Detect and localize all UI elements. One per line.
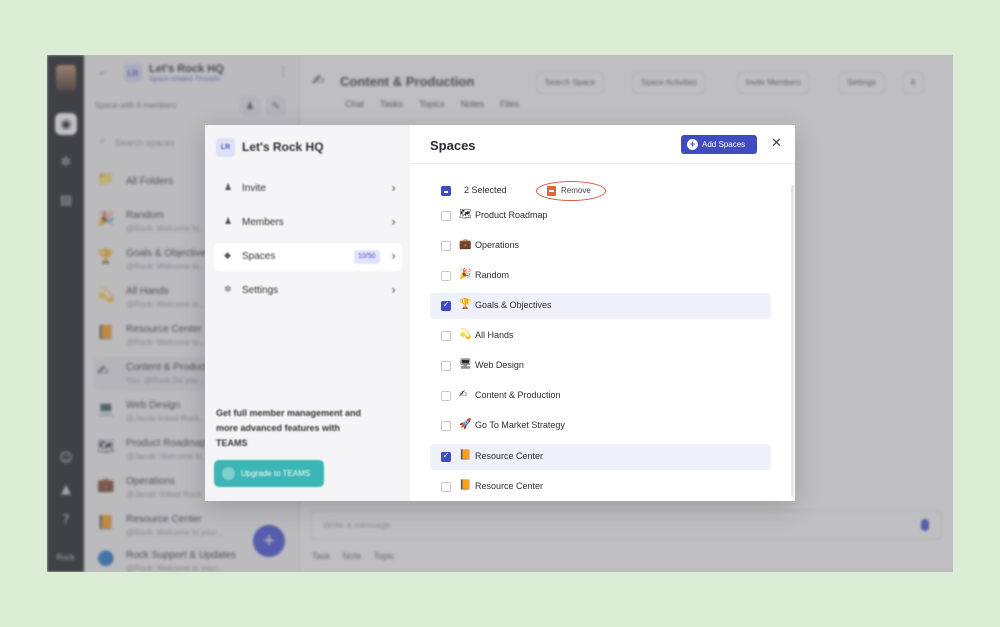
- chevron-right-icon: ›: [391, 249, 396, 263]
- person-add-icon: ♟: [224, 183, 233, 193]
- space-row[interactable]: 💼 Operations: [430, 233, 771, 259]
- scrollbar[interactable]: [791, 185, 794, 497]
- nav-item-members[interactable]: ♟ Members ›: [214, 209, 402, 237]
- plus-circle-icon: +: [687, 139, 698, 150]
- space-row-selected[interactable]: ✓ 📙 Resource Center: [430, 444, 771, 470]
- teams-promo-text: Get full member management and more adva…: [216, 408, 362, 448]
- remove-label: Remove: [561, 186, 591, 195]
- selection-bar: 2 Selected Remove: [430, 181, 770, 201]
- space-emoji-icon: 🖥: [459, 359, 472, 370]
- nav-item-settings[interactable]: ✲ Settings ›: [214, 277, 402, 305]
- space-name: Random: [475, 270, 510, 280]
- space-name: Product Roadmap: [475, 210, 548, 220]
- chevron-right-icon: ›: [391, 283, 396, 297]
- space-row[interactable]: 🚀 Go To Market Strategy: [430, 413, 771, 439]
- upgrade-teams-button[interactable]: Upgrade to TEAMS: [214, 460, 324, 487]
- trash-icon: [547, 186, 556, 196]
- nav-item-label: Settings: [242, 285, 279, 296]
- space-name: Content & Production: [475, 390, 561, 400]
- panel-title: Spaces: [430, 138, 476, 153]
- space-name: Go To Market Strategy: [475, 420, 565, 430]
- gear-icon: ✲: [224, 285, 232, 295]
- space-row[interactable]: 🎉 Random: [430, 263, 771, 289]
- chevron-right-icon: ›: [391, 215, 396, 229]
- space-emoji-icon: 🚀: [459, 419, 472, 430]
- nav-item-spaces[interactable]: ◆ Spaces 10/50 ›: [214, 243, 402, 271]
- space-checkbox[interactable]: [441, 241, 451, 251]
- space-emoji-icon: 🎉: [459, 269, 472, 280]
- spaces-icon: ◆: [224, 251, 231, 261]
- space-row[interactable]: ✍ Content & Production: [430, 383, 771, 409]
- space-checkbox[interactable]: [441, 391, 451, 401]
- remove-highlight: Remove: [536, 181, 606, 201]
- upgrade-icon: [222, 467, 235, 480]
- space-emoji-icon: 💫: [459, 329, 472, 340]
- space-checkbox[interactable]: [441, 211, 451, 221]
- divider: [410, 163, 795, 164]
- space-emoji-icon: 📙: [459, 480, 472, 491]
- space-checkbox[interactable]: [441, 421, 451, 431]
- select-all-checkbox[interactable]: [441, 186, 451, 196]
- space-checkbox-checked[interactable]: ✓: [441, 300, 451, 311]
- nav-item-label: Spaces: [242, 251, 276, 262]
- modal-nav: LR Let's Rock HQ ♟ Invite › ♟ Members › …: [205, 125, 410, 501]
- nav-item-label: Invite: [242, 183, 266, 194]
- space-name: All Hands: [475, 330, 514, 340]
- space-name: Operations: [475, 240, 520, 250]
- workspace-logo: LR: [216, 138, 235, 157]
- space-row[interactable]: 🗺 Product Roadmap: [430, 203, 771, 229]
- nav-item-label: Members: [242, 217, 284, 228]
- space-checkbox[interactable]: [441, 331, 451, 341]
- space-row[interactable]: 💫 All Hands: [430, 323, 771, 349]
- space-checkbox[interactable]: [441, 482, 451, 492]
- space-row[interactable]: 📙 Resource Center: [430, 474, 771, 500]
- spaces-panel: Spaces + Add Spaces ✕ 2 Selected Remove …: [410, 125, 795, 501]
- space-name: Resource Center: [475, 481, 544, 491]
- space-emoji-icon: 💼: [459, 239, 472, 250]
- chevron-right-icon: ›: [391, 181, 396, 195]
- remove-button[interactable]: Remove: [547, 186, 591, 196]
- space-checkbox[interactable]: [441, 361, 451, 371]
- space-emoji-icon: 📙: [459, 450, 472, 461]
- members-icon: ♟: [224, 217, 233, 227]
- add-spaces-button[interactable]: + Add Spaces: [681, 135, 757, 154]
- space-checkbox[interactable]: [441, 271, 451, 281]
- close-icon[interactable]: ✕: [771, 136, 782, 151]
- space-name: Resource Center: [475, 451, 544, 461]
- add-spaces-label: Add Spaces: [702, 140, 746, 149]
- selected-count: 2 Selected: [464, 185, 507, 195]
- space-emoji-icon: 🏆: [459, 299, 472, 310]
- space-name: Goals & Objectives: [475, 300, 552, 310]
- workspace-title: Let's Rock HQ: [242, 140, 324, 154]
- space-emoji-icon: ✍: [459, 389, 468, 400]
- spaces-count-badge: 10/50: [354, 250, 380, 264]
- space-row[interactable]: 🖥 Web Design: [430, 353, 771, 379]
- upgrade-button-label: Upgrade to TEAMS: [241, 469, 311, 478]
- space-checkbox-checked[interactable]: ✓: [441, 451, 451, 462]
- space-name: Web Design: [475, 360, 524, 370]
- space-emoji-icon: 🗺: [459, 209, 472, 220]
- space-row-selected[interactable]: ✓ 🏆 Goals & Objectives: [430, 293, 771, 319]
- nav-item-invite[interactable]: ♟ Invite ›: [214, 175, 402, 203]
- workspace-settings-modal: LR Let's Rock HQ ♟ Invite › ♟ Members › …: [205, 125, 795, 501]
